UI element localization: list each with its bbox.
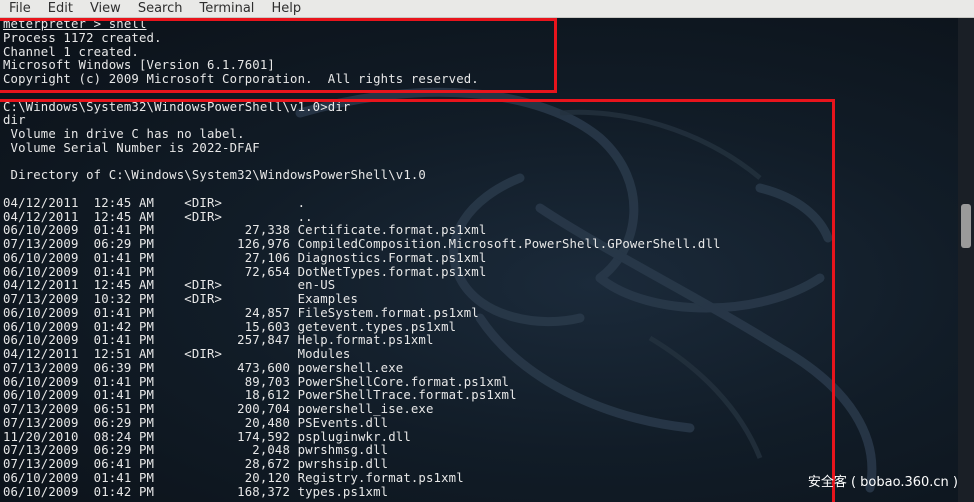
highlight-box-shell: [0, 18, 557, 93]
site-watermark: 安全客 ( bobao.360.cn ): [807, 475, 958, 490]
menu-bar: File Edit View Search Terminal Help: [0, 0, 974, 18]
menu-help[interactable]: Help: [262, 0, 309, 17]
menu-terminal[interactable]: Terminal: [190, 0, 262, 17]
vertical-scrollbar[interactable]: [958, 18, 974, 502]
scrollbar-thumb[interactable]: [961, 204, 971, 248]
menu-search[interactable]: Search: [129, 0, 191, 17]
menu-edit[interactable]: Edit: [39, 0, 81, 17]
menu-file[interactable]: File: [0, 0, 39, 17]
highlight-box-dir: [0, 99, 835, 502]
terminal-output[interactable]: meterpreter > shell Process 1172 created.…: [0, 18, 958, 502]
menu-view[interactable]: View: [81, 0, 129, 17]
